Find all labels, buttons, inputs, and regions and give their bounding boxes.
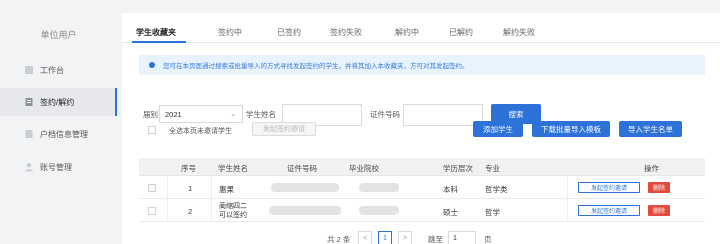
invite-button[interactable]: 发起签约邀请 [578, 205, 640, 216]
row-id-number-redacted [271, 183, 339, 192]
info-icon [149, 62, 155, 68]
session-value: 2021 [165, 109, 182, 119]
sidebar-item-label: 签约/解约 [40, 97, 75, 107]
row-index: 1 [188, 184, 193, 193]
row-checkbox[interactable] [148, 207, 156, 215]
col-id: 证件号码 [287, 164, 317, 173]
session-label: 届别 [143, 110, 158, 119]
tab-terminate-failed[interactable]: 解约失败 [503, 27, 535, 38]
goto-label: 跳至 [428, 235, 443, 244]
col-major: 专业 [485, 164, 500, 173]
col-actions: 操作 [644, 164, 659, 173]
col-degree: 学历层次 [443, 164, 473, 173]
id-number-label: 证件号码 [370, 110, 400, 119]
table-header: 序号 学生姓名 证件号码 毕业院校 学历层次 专业 操作 [139, 158, 705, 176]
session-select[interactable]: 2021 ⌄ [159, 105, 243, 123]
row-id-number-redacted [269, 206, 341, 215]
notice-text: 您可在本页面通过搜索或批量导入的方式寻找发起签约的学生，并将其加入本收藏夹，方可… [163, 63, 469, 70]
current-page[interactable]: 1 [378, 231, 392, 244]
tab-terminated[interactable]: 已解约 [449, 27, 473, 38]
column-divider [211, 199, 212, 221]
column-divider [211, 176, 212, 198]
next-page-button[interactable]: > [398, 231, 412, 244]
student-name-label: 学生姓名 [246, 110, 276, 119]
archive-icon [24, 129, 34, 139]
sidebar: 单位用户 工作台 签约/解约 户档信息管理 账号管理 [0, 0, 117, 244]
workbench-icon [24, 65, 34, 75]
notice-banner: 您可在本页面通过搜索或批量导入的方式寻找发起签约的学生，并将其加入本收藏夹，方可… [139, 55, 705, 75]
row-checkbox[interactable] [148, 184, 156, 192]
row-degree: 本科 [443, 185, 458, 194]
download-template-button[interactable]: 下载批量导入模板 [532, 121, 610, 137]
user-icon [24, 162, 34, 172]
invite-button[interactable]: 发起签约邀请 [578, 182, 640, 193]
active-tab-indicator [132, 41, 186, 43]
page-unit-label: 页 [484, 235, 492, 244]
col-index: 序号 [181, 164, 196, 173]
column-divider [167, 176, 168, 198]
chevron-down-icon: ⌄ [230, 111, 236, 118]
column-divider [567, 176, 568, 198]
sidebar-item-label: 账号管理 [40, 162, 72, 172]
send-invite-button[interactable]: 发起签约邀请 [252, 122, 316, 136]
sidebar-item-workbench[interactable]: 工作台 [0, 56, 117, 84]
select-all-label: 全选本页未邀请学生 [169, 128, 232, 135]
add-student-button[interactable]: 添加学生 [473, 121, 523, 137]
sidebar-item-label: 户档信息管理 [40, 129, 88, 139]
row-degree: 硕士 [443, 208, 458, 217]
row-major: 哲学类 [485, 185, 508, 194]
tab-signing[interactable]: 签约中 [218, 27, 242, 38]
tab-signed[interactable]: 已签约 [277, 27, 301, 38]
main-panel: 学生收藏夹 签约中 已签约 签约失败 解约中 已解约 解约失败 您可在本页面通过… [122, 13, 720, 244]
total-count: 共 2 条 [327, 235, 351, 244]
goto-page-value: 1 [453, 234, 457, 242]
goto-page-input[interactable]: 1 [448, 231, 476, 244]
tab-favorites[interactable]: 学生收藏夹 [136, 27, 176, 38]
sidebar-item-account[interactable]: 账号管理 [0, 153, 117, 181]
col-name: 学生姓名 [218, 164, 248, 173]
id-number-input[interactable] [403, 104, 483, 126]
row-student-name: 惠果 [219, 185, 234, 194]
row-index: 2 [188, 207, 193, 216]
row-student-name: 蔺缩四二 可以签约 [219, 203, 247, 219]
sidebar-item-archive[interactable]: 户档信息管理 [0, 120, 117, 148]
row-major: 哲学 [485, 208, 500, 217]
select-all-checkbox[interactable] [148, 126, 156, 134]
table-row: 2 蔺缩四二 可以签约 硕士 哲学 发起签约邀请 删除 [139, 199, 705, 222]
sidebar-item-sign[interactable]: 签约/解约 [0, 88, 117, 116]
column-divider [567, 199, 568, 221]
sidebar-item-label: 工作台 [40, 65, 64, 75]
column-divider [167, 199, 168, 221]
prev-page-button[interactable]: < [358, 231, 372, 244]
delete-button[interactable]: 删除 [648, 205, 670, 216]
delete-button[interactable]: 删除 [648, 182, 670, 193]
status-tabs: 学生收藏夹 签约中 已签约 签约失败 解约中 已解约 解约失败 [122, 13, 720, 43]
tab-terminating[interactable]: 解约中 [395, 27, 419, 38]
import-list-button[interactable]: 导入学生名单 [619, 121, 682, 137]
sidebar-title: 单位用户 [40, 30, 77, 40]
row-school-redacted [359, 183, 399, 192]
col-school: 毕业院校 [349, 164, 379, 173]
row-school-redacted [359, 206, 399, 215]
table-row: 1 惠果 本科 哲学类 发起签约邀请 删除 [139, 176, 705, 199]
document-icon [24, 97, 34, 107]
student-table: 序号 学生姓名 证件号码 毕业院校 学历层次 专业 操作 1 惠果 本科 哲学类… [139, 158, 705, 222]
tab-sign-failed[interactable]: 签约失败 [330, 27, 362, 38]
